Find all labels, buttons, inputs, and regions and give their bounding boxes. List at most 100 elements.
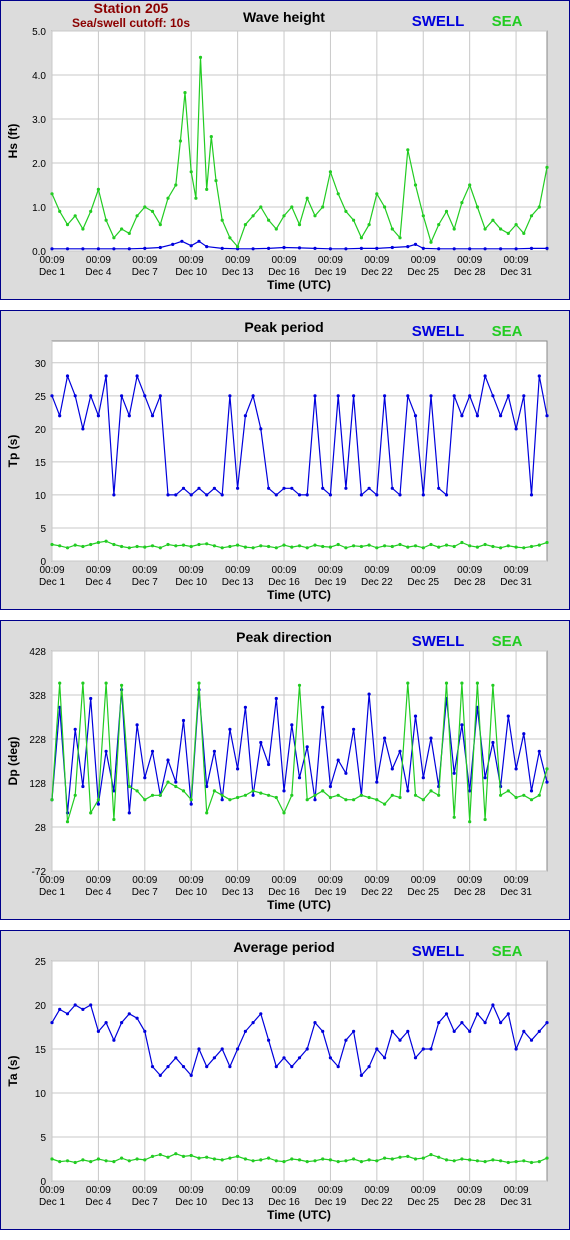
- peak-direction-sea-point: [359, 793, 363, 797]
- average-period-sea-point: [305, 1160, 309, 1164]
- peak-period-sea-point: [545, 540, 549, 545]
- peak-direction-sea-point: [58, 681, 62, 685]
- peak-direction-sea-point: [406, 681, 410, 685]
- wave-height-sea-point: [143, 205, 147, 209]
- peak-direction-sea-point: [73, 793, 77, 797]
- peak-period-sea-point: [251, 546, 255, 550]
- peak-direction-sea-point: [197, 681, 201, 685]
- average-period-swell-point: [58, 1007, 62, 1011]
- peak-period-xtick-time: 00:09: [272, 565, 297, 576]
- average-period-sea-point: [545, 1156, 549, 1160]
- peak-period-swell-point: [73, 394, 77, 398]
- peak-period-sea-point: [50, 542, 54, 547]
- peak-period-swell-point: [468, 394, 472, 398]
- average-period-swell-point: [475, 1012, 479, 1016]
- peak-direction-swell-point: [336, 758, 340, 762]
- wave-height-sea-point: [506, 231, 510, 235]
- average-period-sea-point: [460, 1157, 464, 1161]
- peak-period-sea-point: [390, 544, 394, 549]
- peak-direction-xlabel: Time (UTC): [267, 898, 331, 912]
- peak-period-sea-point: [344, 546, 348, 550]
- peak-period-swell-point: [274, 493, 278, 497]
- peak-direction-sea-point: [274, 795, 278, 800]
- average-period-sea-point: [89, 1160, 93, 1164]
- peak-period-swell-point: [58, 414, 62, 418]
- average-period-swell-point: [50, 1021, 54, 1025]
- average-period-swell-point: [228, 1065, 232, 1069]
- average-period-swell-point: [96, 1029, 100, 1033]
- average-period-sea-point: [189, 1153, 193, 1158]
- wave-height-sea-point: [50, 192, 54, 196]
- average-period-swell-point: [112, 1038, 116, 1042]
- peak-period-swell-point: [398, 493, 402, 497]
- peak-direction-sea-point: [336, 793, 340, 797]
- peak-period-swell-point: [104, 374, 108, 378]
- peak-period-swell-point: [437, 486, 441, 490]
- average-period-chart: 051015202500:09Dec 100:09Dec 400:09Dec 7…: [6, 939, 549, 1222]
- wave-height-ylabel: Hs (ft): [6, 124, 20, 159]
- wave-height-swell-point: [112, 247, 116, 251]
- average-period-xtick-time: 00:09: [86, 1185, 111, 1196]
- wave-height-xtick-time: 00:09: [39, 255, 64, 266]
- peak-period-sea-point: [305, 546, 309, 550]
- average-period-swell-point: [506, 1012, 510, 1016]
- peak-period-swell-point: [506, 394, 510, 398]
- average-period-swell-point: [158, 1073, 162, 1077]
- average-period-sea-point: [174, 1152, 178, 1156]
- peak-period-sea-point: [58, 544, 62, 548]
- average-period-xtick-date: Dec 13: [222, 1197, 254, 1208]
- peak-direction-xtick-date: Dec 19: [315, 887, 347, 898]
- wave-height-sea-point: [375, 192, 379, 196]
- wave-height-sea-point: [58, 209, 62, 213]
- peak-period-swell-point: [321, 486, 325, 490]
- peak-period-swell-point: [259, 427, 263, 431]
- peak-direction-sea-point: [460, 681, 464, 685]
- peak-direction-sea-point: [413, 793, 418, 797]
- peak-direction-sea-point: [437, 793, 441, 797]
- wave-height-swell-point: [514, 247, 518, 251]
- average-period-sea-point: [58, 1160, 62, 1164]
- wave-height-chart: 0.01.02.03.04.05.000:09Dec 100:09Dec 400…: [6, 9, 549, 292]
- peak-period-sea-point: [143, 545, 147, 549]
- peak-period-xtick-date: Dec 16: [268, 577, 300, 588]
- wave-height-sea-point: [429, 240, 433, 244]
- peak-direction-sea-point: [243, 793, 247, 797]
- peak-direction-ytick-label: 28: [35, 823, 47, 834]
- wave-height-swell-point: [437, 247, 441, 251]
- average-period-sea-point: [537, 1160, 541, 1164]
- average-period-sea-point: [413, 1157, 418, 1161]
- peak-period-swell-point: [375, 493, 379, 497]
- peak-period-swell-point: [305, 493, 309, 497]
- peak-direction-chart: -722812822832842800:09Dec 100:09Dec 400:…: [6, 629, 549, 912]
- peak-period-swell-point: [120, 394, 124, 398]
- peak-period-swell-point: [267, 486, 271, 490]
- peak-direction-xtick-date: Dec 25: [407, 887, 439, 898]
- peak-direction-swell-point: [150, 749, 155, 753]
- peak-direction-sea-point: [189, 798, 193, 802]
- average-period-swell-point: [104, 1021, 108, 1025]
- peak-period-sea-point: [359, 544, 363, 549]
- average-period-sea-point: [475, 1159, 479, 1163]
- wave-height-xtick-time: 00:09: [364, 255, 389, 266]
- peak-period-swell-point: [96, 414, 100, 418]
- wave-height-xtick-time: 00:09: [272, 255, 297, 266]
- wave-height-sea-point: [194, 196, 198, 200]
- average-period-xtick-time: 00:09: [504, 1185, 529, 1196]
- peak-period-sea-point: [189, 544, 193, 549]
- peak-direction-ytick-label: 228: [29, 735, 46, 746]
- average-period-sea-point: [328, 1158, 332, 1162]
- average-period-xlabel: Time (UTC): [267, 1208, 331, 1222]
- peak-period-swell-point: [135, 374, 139, 378]
- peak-direction-swell-point: [522, 732, 526, 736]
- peak-period-sea-point: [243, 545, 247, 549]
- peak-direction-sea-point: [259, 791, 263, 795]
- peak-period-sea-point: [522, 546, 526, 550]
- peak-period-sea-point: [259, 544, 263, 548]
- peak-direction-sea-point: [282, 811, 286, 815]
- wave-height-sea-point: [499, 227, 503, 231]
- peak-direction-sea-point: [429, 789, 433, 793]
- average-period-swell-point: [491, 1003, 495, 1007]
- average-period-swell-point: [135, 1016, 139, 1020]
- wave-height-xtick-date: Dec 25: [407, 267, 439, 278]
- peak-direction-xtick-time: 00:09: [364, 875, 389, 886]
